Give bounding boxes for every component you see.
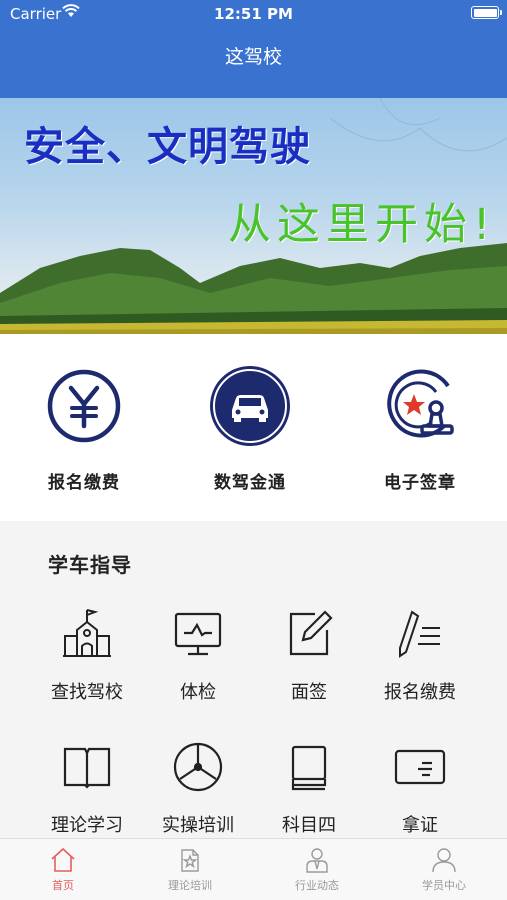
tab-label: 行业动态 — [295, 879, 339, 892]
quick-action-label: 电子签章 — [384, 473, 456, 493]
battery-icon — [471, 6, 502, 19]
status-bar: Carrier 12:51 PM — [0, 0, 507, 28]
guide-item-signup-payment[interactable]: 报名缴费 — [365, 606, 475, 704]
guide-item-label: 实操培训 — [162, 815, 234, 836]
person-tie-icon — [302, 845, 332, 875]
pen-list-icon — [392, 606, 448, 662]
seal-stamp-icon — [378, 364, 462, 448]
quick-action-shujia-jintong[interactable]: 数驾金通 — [190, 364, 310, 493]
tab-theory-training[interactable]: 理论培训 — [127, 845, 253, 893]
promo-banner[interactable]: 安全、文明驾驶 从这里开始! — [0, 98, 507, 334]
banner-tagline: 从这里开始! — [228, 200, 497, 250]
guide-item-practical-training[interactable]: 实操培训 — [143, 739, 253, 837]
user-icon — [429, 845, 459, 875]
guide-item-label: 理论学习 — [51, 815, 123, 836]
quick-action-label: 报名缴费 — [48, 473, 120, 493]
tab-label: 学员中心 — [422, 879, 466, 892]
steering-wheel-icon — [170, 739, 226, 795]
tab-bar: 首页 理论培训 行业动态 学员中心 — [0, 838, 507, 900]
home-icon — [48, 845, 78, 875]
guide-item-subject-four[interactable]: 科目四 — [254, 739, 364, 837]
quick-action-signup-payment[interactable]: 报名缴费 — [24, 364, 144, 493]
quick-actions: 报名缴费 数驾金通 电子签章 — [0, 334, 507, 521]
tab-home[interactable]: 首页 — [0, 845, 126, 893]
nav-bar: 这驾校 — [0, 28, 507, 98]
guide-item-label: 体检 — [180, 682, 216, 703]
guide-item-find-school[interactable]: 查找驾校 — [32, 606, 142, 704]
car-icon — [208, 364, 292, 448]
school-building-icon — [59, 606, 115, 662]
guide-item-label: 拿证 — [402, 815, 438, 836]
yen-icon — [42, 364, 126, 448]
quick-action-e-signature[interactable]: 电子签章 — [360, 364, 480, 493]
monitor-pulse-icon — [170, 606, 226, 662]
guide-item-get-license[interactable]: 拿证 — [365, 739, 475, 837]
tab-industry-news[interactable]: 行业动态 — [254, 845, 380, 893]
status-time: 12:51 PM — [214, 5, 293, 23]
guide-item-label: 报名缴费 — [384, 682, 456, 703]
guide-item-interview-sign[interactable]: 面签 — [254, 606, 364, 704]
open-book-icon — [59, 739, 115, 795]
tab-label: 首页 — [52, 879, 74, 892]
guide-item-label: 面签 — [291, 682, 327, 703]
guide-item-label: 科目四 — [282, 815, 336, 836]
edit-icon — [281, 606, 337, 662]
guide-item-theory-study[interactable]: 理论学习 — [32, 739, 142, 837]
driving-guide-section: 学车指导 查找驾校 体检 面签 报名缴费 理论学习 实操培训 科目四 拿证 — [0, 521, 507, 838]
card-icon — [392, 739, 448, 795]
banner-headline: 安全、文明驾驶 — [24, 124, 311, 170]
quick-action-label: 数驾金通 — [214, 473, 286, 493]
guide-item-label: 查找驾校 — [51, 682, 123, 703]
star-doc-icon — [175, 845, 205, 875]
tab-student-center[interactable]: 学员中心 — [381, 845, 507, 893]
section-title: 学车指导 — [48, 553, 132, 577]
tab-label: 理论培训 — [168, 879, 212, 892]
book-stack-icon — [281, 739, 337, 795]
guide-item-medical-exam[interactable]: 体检 — [143, 606, 253, 704]
page-title: 这驾校 — [224, 46, 282, 68]
